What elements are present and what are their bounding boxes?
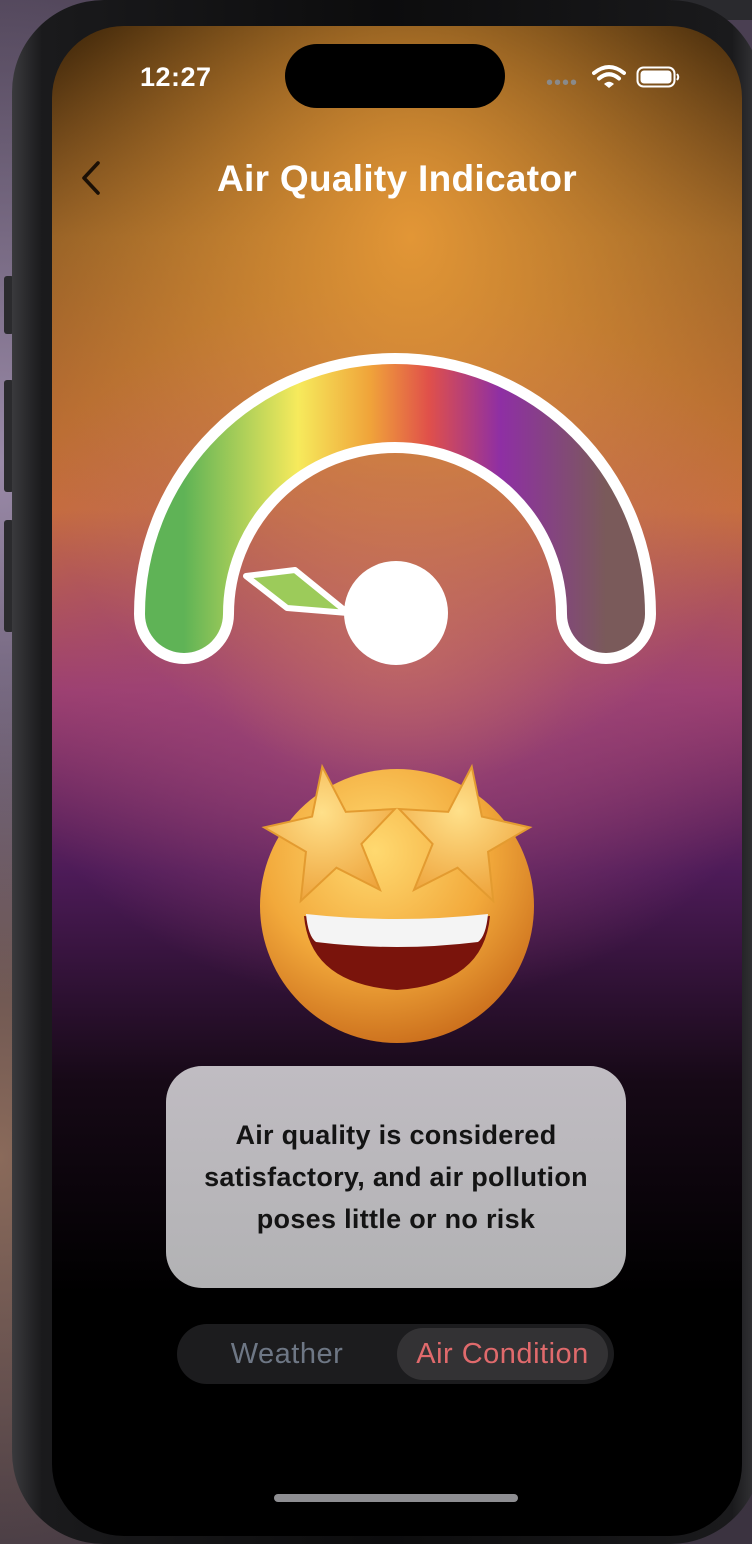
aqi-gauge <box>134 353 656 665</box>
segmented-tab-bar: Weather Air Condition <box>177 1324 614 1384</box>
app-screen: 12:27 •••• Air Quality Indicator Air qua… <box>52 26 742 1536</box>
gauge-hub <box>344 561 448 665</box>
star-struck-emoji <box>260 763 534 1043</box>
tab-weather[interactable]: Weather <box>187 1324 387 1384</box>
phone-frame: 12:27 •••• Air Quality Indicator Air qua… <box>12 0 752 1544</box>
gauge-needle <box>243 567 351 616</box>
home-indicator[interactable] <box>274 1494 518 1502</box>
air-quality-message: Air quality is considered satisfactory, … <box>204 1120 588 1234</box>
air-quality-message-card: Air quality is considered satisfactory, … <box>166 1066 626 1288</box>
tab-air-condition[interactable]: Air Condition <box>397 1328 608 1380</box>
